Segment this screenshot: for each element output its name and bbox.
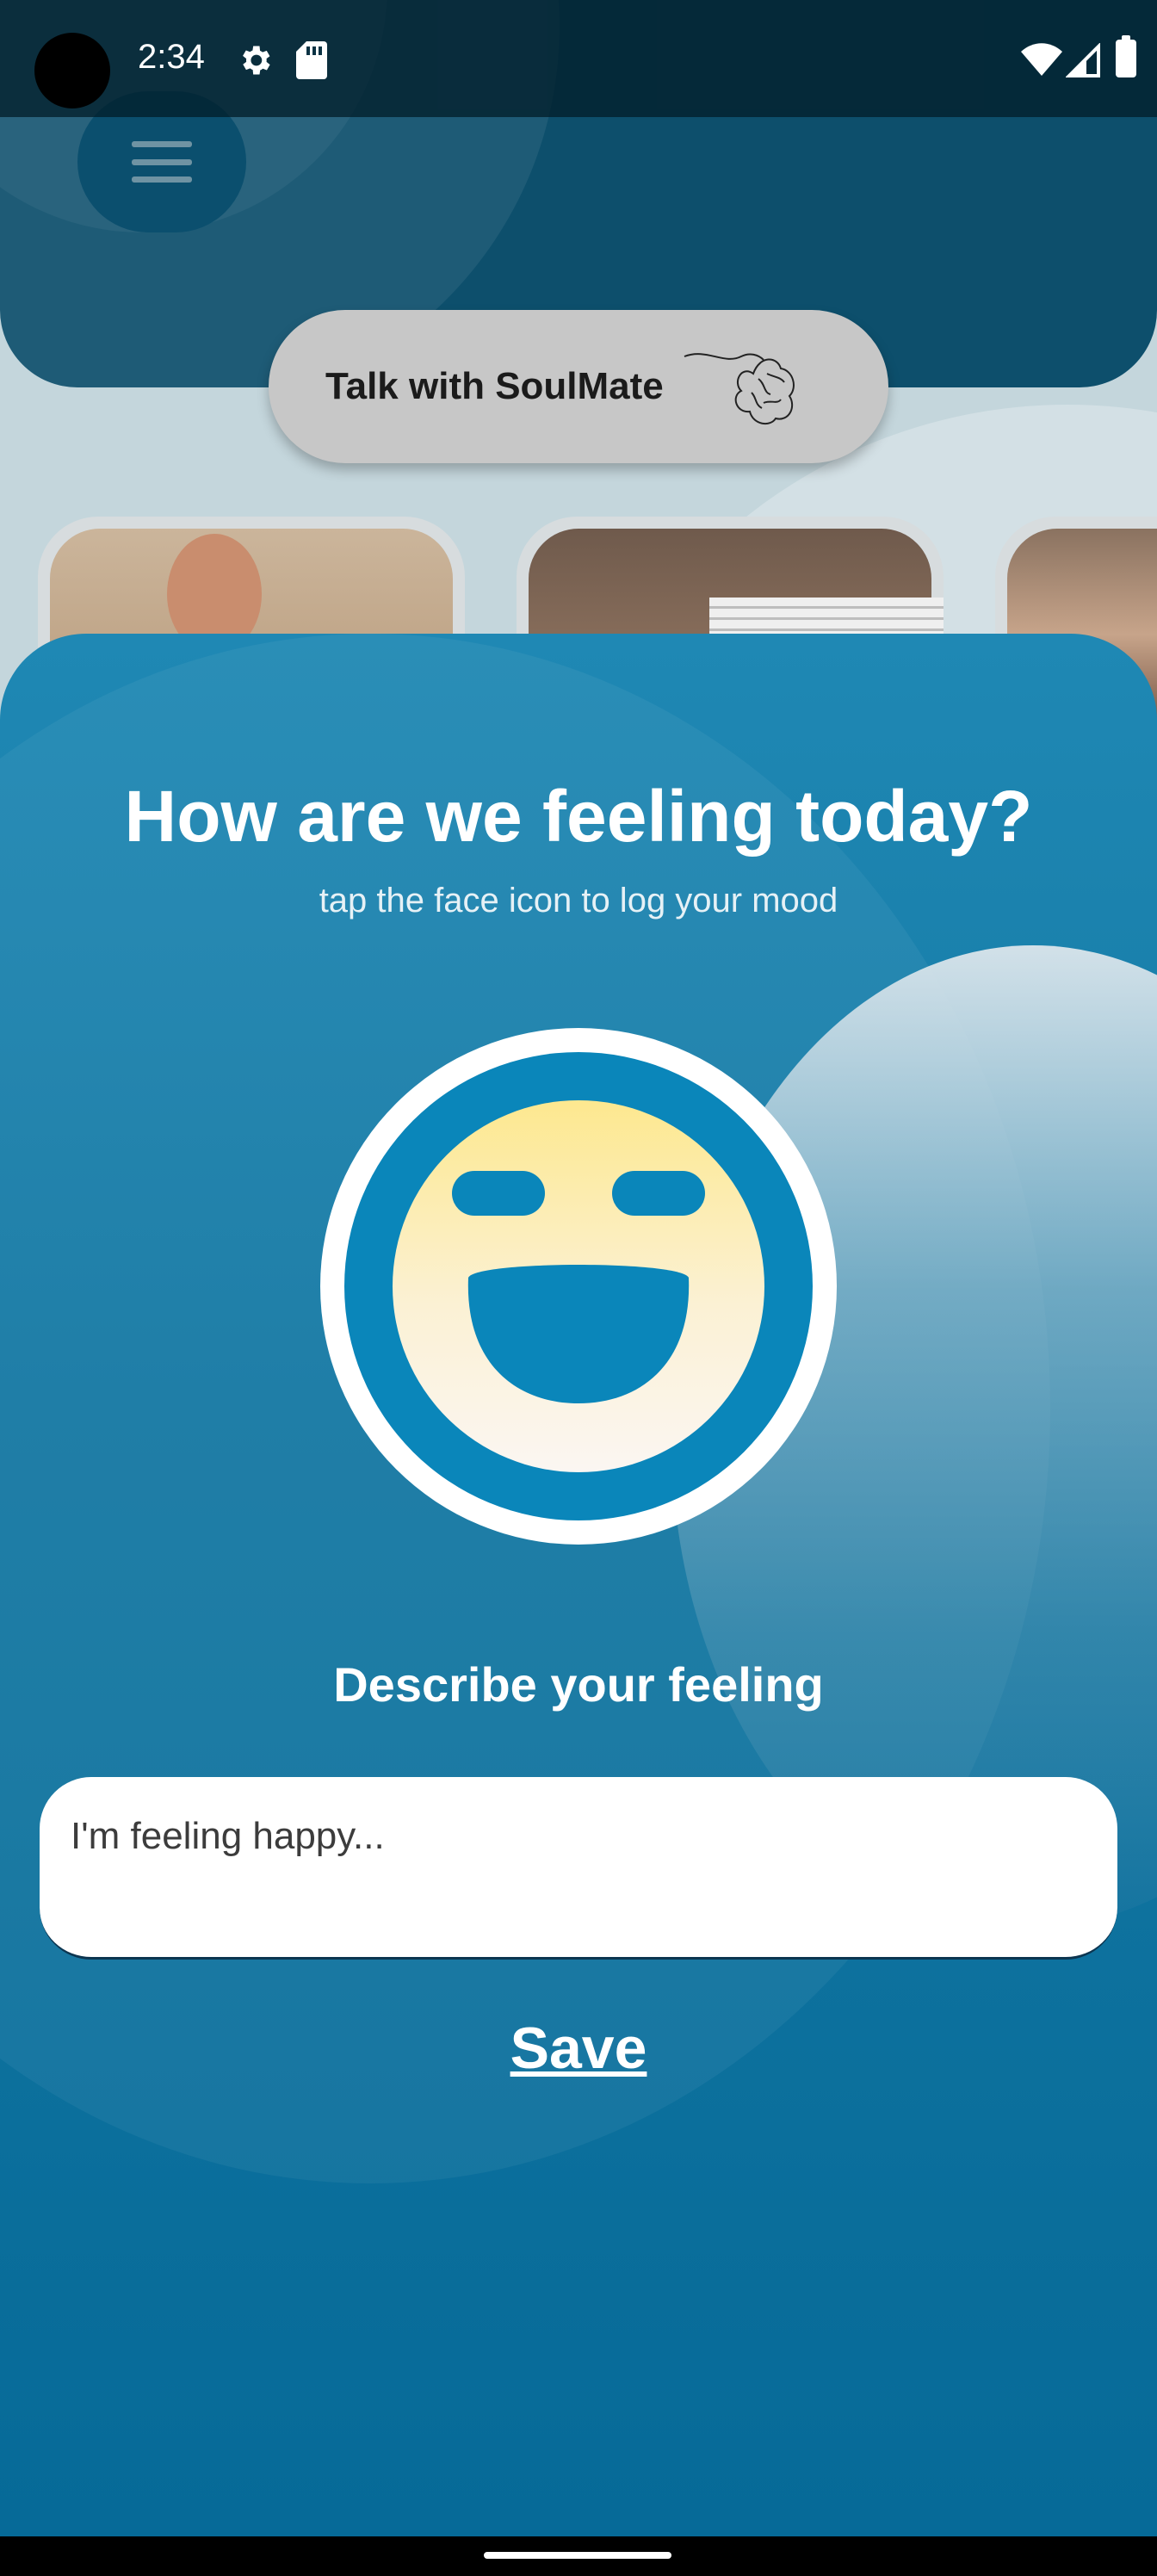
hamburger-menu-icon (132, 141, 192, 183)
wifi-icon (1021, 43, 1062, 76)
signal-icon (1066, 43, 1100, 77)
brain-icon (684, 353, 795, 425)
camera-cutout (34, 33, 110, 108)
sheet-title: How are we feeling today? (124, 776, 1033, 857)
gear-icon (243, 46, 270, 75)
sd-card-icon (296, 41, 327, 79)
talk-button-label: Talk with SoulMate (325, 365, 664, 407)
home-gesture-handle[interactable] (484, 2552, 671, 2559)
feeling-description-input[interactable] (40, 1777, 1117, 1960)
navigation-bar (0, 2536, 1157, 2576)
battery-icon (1116, 35, 1136, 77)
laughing-face-icon[interactable] (320, 1028, 837, 1545)
status-bar: 2:34 (0, 0, 1157, 117)
talk-with-soulmate-button[interactable]: Talk with SoulMate (269, 310, 888, 463)
status-time: 2:34 (138, 38, 205, 76)
sheet-subtitle: tap the face icon to log your mood (319, 882, 838, 920)
describe-feeling-label: Describe your feeling (333, 1657, 824, 1712)
save-button[interactable]: Save (0, 2015, 1157, 2082)
